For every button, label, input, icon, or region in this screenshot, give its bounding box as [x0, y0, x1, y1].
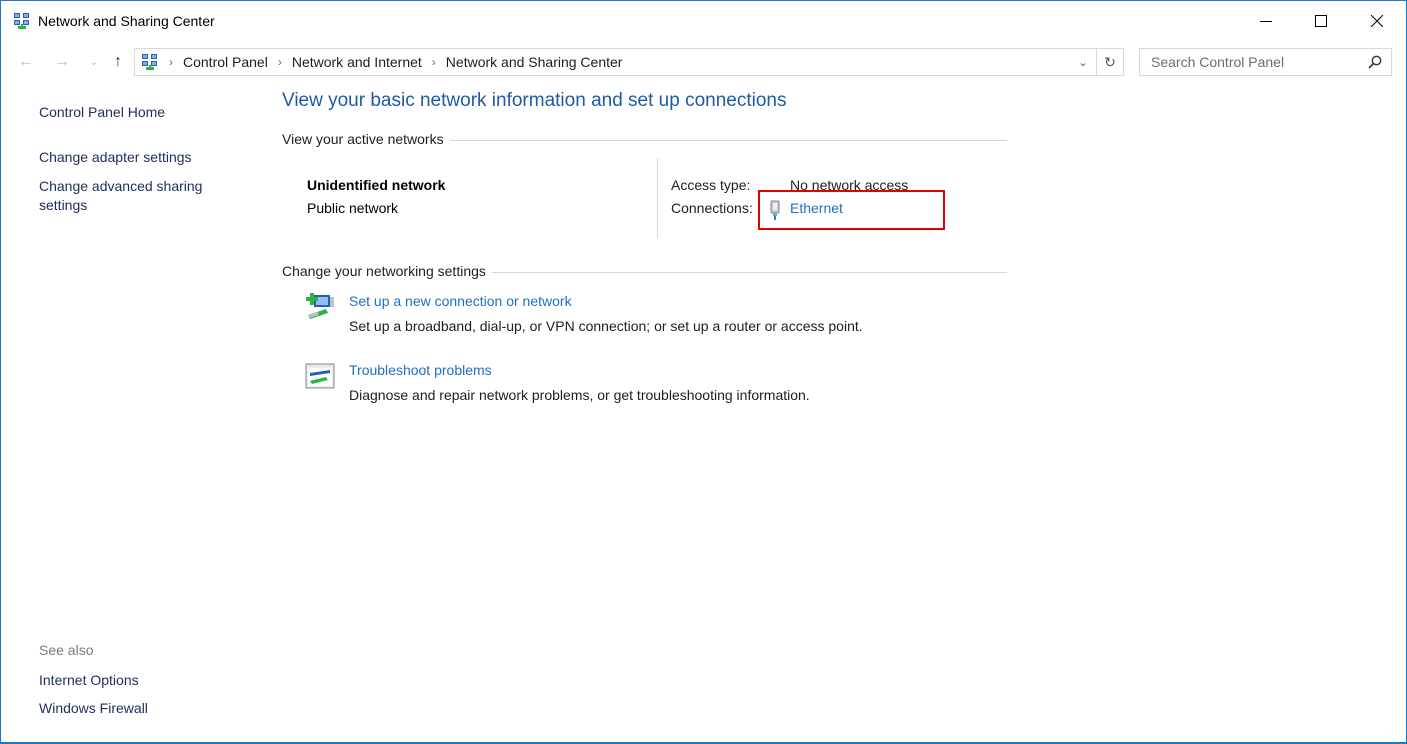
- recent-locations-chevron-icon[interactable]: ⌄: [85, 53, 103, 71]
- address-bar[interactable]: › Control Panel › Network and Internet ›…: [134, 48, 1124, 76]
- troubleshoot-problems-link[interactable]: Troubleshoot problems: [349, 362, 492, 378]
- new-connection-icon: [306, 293, 334, 319]
- network-sharing-center-window: Network and Sharing Center ← → ⌄ ↑ › Con…: [0, 0, 1407, 744]
- sidebar-link-control-panel-home[interactable]: Control Panel Home: [39, 103, 165, 122]
- refresh-icon[interactable]: ↻: [1096, 49, 1123, 75]
- network-center-icon: [14, 13, 29, 29]
- minimize-icon: [1260, 21, 1272, 22]
- networking-settings-heading: Change your networking settings: [282, 263, 1007, 279]
- close-button[interactable]: [1349, 1, 1405, 41]
- section-divider: [491, 271, 1007, 273]
- breadcrumb-separator-icon[interactable]: ›: [169, 55, 173, 69]
- sidebar-link-internet-options[interactable]: Internet Options: [39, 671, 139, 690]
- breadcrumb-control-panel[interactable]: Control Panel: [183, 54, 268, 70]
- search-icon[interactable]: [1367, 54, 1383, 70]
- troubleshoot-problems-description: Diagnose and repair network problems, or…: [349, 387, 810, 403]
- network-name: Unidentified network: [307, 177, 446, 193]
- forward-arrow-icon[interactable]: →: [53, 53, 71, 71]
- connections-label: Connections:: [671, 200, 753, 216]
- page-title: View your basic network information and …: [282, 90, 787, 111]
- title-bar[interactable]: Network and Sharing Center: [1, 1, 1406, 41]
- back-arrow-icon[interactable]: ←: [17, 53, 35, 71]
- network-type: Public network: [307, 200, 399, 216]
- active-networks-heading-text: View your active networks: [282, 131, 444, 147]
- search-input[interactable]: [1140, 49, 1360, 75]
- active-networks-heading: View your active networks: [282, 131, 1007, 147]
- breadcrumb: › Control Panel › Network and Internet ›…: [165, 49, 622, 75]
- breadcrumb-network-and-internet[interactable]: Network and Internet: [292, 54, 422, 70]
- breadcrumb-network-and-sharing-center[interactable]: Network and Sharing Center: [446, 54, 623, 70]
- search-box[interactable]: [1139, 48, 1392, 76]
- setup-new-connection-link[interactable]: Set up a new connection or network: [349, 293, 572, 309]
- setup-new-connection-description: Set up a broadband, dial-up, or VPN conn…: [349, 318, 863, 334]
- highlight-annotation-box: [758, 190, 945, 230]
- network-center-icon: [142, 54, 157, 70]
- sidebar-link-windows-firewall[interactable]: Windows Firewall: [39, 699, 148, 718]
- networking-settings-heading-text: Change your networking settings: [282, 263, 486, 279]
- see-also-label: See also: [39, 642, 94, 658]
- section-divider: [449, 139, 1007, 141]
- window-title: Network and Sharing Center: [38, 13, 215, 29]
- troubleshoot-icon: [305, 363, 335, 389]
- sidebar-link-change-adapter-settings[interactable]: Change adapter settings: [39, 148, 192, 167]
- address-dropdown-chevron-icon[interactable]: ⌄: [1073, 49, 1093, 75]
- access-type-label: Access type:: [671, 177, 751, 193]
- close-icon: [1371, 15, 1383, 27]
- vertical-divider: [657, 158, 658, 238]
- sidebar-link-change-advanced-sharing-settings[interactable]: Change advanced sharing settings: [39, 177, 219, 215]
- up-arrow-icon[interactable]: ↑: [109, 53, 127, 71]
- maximize-button[interactable]: [1293, 1, 1349, 41]
- minimize-button[interactable]: [1238, 1, 1294, 41]
- navigation-bar: ← → ⌄ ↑ › Control Panel › Network and In…: [1, 45, 1406, 79]
- maximize-icon: [1315, 15, 1327, 27]
- breadcrumb-separator-icon[interactable]: ›: [278, 55, 282, 69]
- breadcrumb-separator-icon[interactable]: ›: [432, 55, 436, 69]
